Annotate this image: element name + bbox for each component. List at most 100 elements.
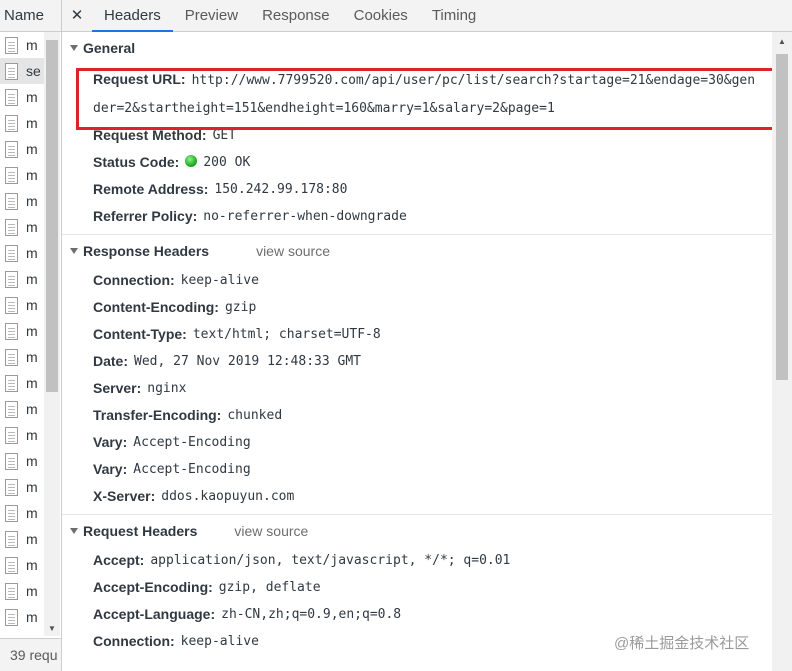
- file-icon: [5, 426, 18, 444]
- file-icon: [5, 582, 18, 600]
- request-row[interactable]: m: [0, 214, 44, 240]
- request-method-label: Request Method:: [93, 127, 207, 143]
- file-icon: [5, 140, 18, 158]
- tab-preview[interactable]: Preview: [173, 0, 250, 31]
- file-icon: [5, 114, 18, 132]
- request-row[interactable]: m: [0, 396, 44, 422]
- header-key: Connection:: [93, 272, 175, 288]
- request-row[interactable]: m: [0, 240, 44, 266]
- status-code-label: Status Code:: [93, 154, 180, 170]
- request-row[interactable]: se: [0, 58, 44, 84]
- tab-timing[interactable]: Timing: [420, 0, 488, 31]
- response-headers-section-header[interactable]: Response Headers view source: [62, 235, 772, 267]
- file-icon: [5, 400, 18, 418]
- request-url-label: Request URL:: [93, 71, 186, 87]
- file-icon: [5, 62, 18, 80]
- header-key: Vary:: [93, 461, 128, 477]
- request-name: m: [26, 245, 38, 261]
- request-row[interactable]: m: [0, 474, 44, 500]
- request-name: m: [26, 37, 38, 53]
- request-name: m: [26, 219, 38, 235]
- header-row: Accept-Encoding: gzip, deflate: [62, 574, 772, 601]
- request-row[interactable]: m: [0, 604, 44, 630]
- header-key: X-Server:: [93, 488, 156, 504]
- header-key: Server:: [93, 380, 142, 396]
- tab-response[interactable]: Response: [250, 0, 342, 31]
- scroll-down-arrow-icon[interactable]: ▼: [44, 622, 60, 636]
- file-icon: [5, 348, 18, 366]
- response-view-source-link[interactable]: view source: [256, 243, 330, 259]
- header-row: Vary: Accept-Encoding: [62, 429, 772, 456]
- headers-content: General Request URL: http://www.7799520.c…: [62, 32, 772, 671]
- file-icon: [5, 218, 18, 236]
- request-row[interactable]: m: [0, 84, 44, 110]
- status-code-row: Status Code: 200 OK: [62, 149, 772, 176]
- request-url-row: Request URL: http://www.7799520.com/api/u…: [62, 66, 772, 122]
- tab-headers[interactable]: Headers: [92, 0, 173, 32]
- request-list-scrollbar[interactable]: ▼: [44, 32, 60, 636]
- tab-list: Headers Preview Response Cookies Timing: [92, 0, 488, 32]
- file-icon: [5, 192, 18, 210]
- request-headers-section-header[interactable]: Request Headers view source: [62, 515, 772, 547]
- request-row[interactable]: m: [0, 526, 44, 552]
- request-row[interactable]: m: [0, 266, 44, 292]
- request-row[interactable]: m: [0, 292, 44, 318]
- request-name: m: [26, 609, 38, 625]
- request-row[interactable]: m: [0, 162, 44, 188]
- request-row[interactable]: m: [0, 448, 44, 474]
- request-view-source-link[interactable]: view source: [234, 523, 308, 539]
- request-name: se: [26, 63, 41, 79]
- response-headers-list: Connection: keep-alive Content-Encoding: gz…: [62, 267, 772, 510]
- request-url-value: http://www.7799520.com/api/user/pc/list/…: [93, 73, 756, 116]
- file-icon: [5, 322, 18, 340]
- header-value: gzip: [224, 300, 257, 315]
- request-name: m: [26, 141, 38, 157]
- header-key: Transfer-Encoding:: [93, 407, 222, 423]
- request-row[interactable]: m: [0, 344, 44, 370]
- header-row: Content-Type: text/html; charset=UTF-8: [62, 321, 772, 348]
- header-value: Accept-Encoding: [133, 435, 251, 450]
- general-section-header[interactable]: General: [62, 32, 772, 64]
- status-code-value: 200 OK: [203, 155, 251, 170]
- expand-triangle-icon: [70, 528, 78, 534]
- tab-cookies[interactable]: Cookies: [342, 0, 420, 31]
- request-row[interactable]: m: [0, 136, 44, 162]
- header-row: Content-Encoding: gzip: [62, 294, 772, 321]
- request-row[interactable]: m: [0, 552, 44, 578]
- expand-triangle-icon: [70, 248, 78, 254]
- request-name: m: [26, 583, 38, 599]
- request-row[interactable]: m: [0, 578, 44, 604]
- header-key: Connection:: [93, 633, 175, 649]
- headers-scroll-thumb[interactable]: [776, 54, 788, 380]
- header-value: text/html; charset=UTF-8: [192, 327, 381, 342]
- request-name: m: [26, 453, 38, 469]
- request-row[interactable]: m: [0, 32, 44, 58]
- request-row[interactable]: m: [0, 188, 44, 214]
- header-value: keep-alive: [180, 634, 259, 649]
- request-row[interactable]: m: [0, 110, 44, 136]
- request-row[interactable]: m: [0, 318, 44, 344]
- header-value: application/json, text/javascript, */*; …: [150, 553, 511, 568]
- request-list: m se m m m m m m m m m m m m m m m m m m m m m: [0, 32, 44, 630]
- request-name: m: [26, 531, 38, 547]
- file-icon: [5, 166, 18, 184]
- request-row[interactable]: m: [0, 422, 44, 448]
- header-value: ddos.kaopuyun.com: [161, 489, 295, 504]
- scroll-up-arrow-icon[interactable]: ▲: [772, 36, 792, 48]
- name-column-header[interactable]: Name: [0, 0, 61, 32]
- header-value: nginx: [147, 381, 187, 396]
- status-ok-icon: [185, 155, 198, 167]
- close-icon[interactable]: ✕: [62, 0, 92, 31]
- request-name: m: [26, 297, 38, 313]
- referrer-policy-label: Referrer Policy:: [93, 208, 198, 224]
- request-row[interactable]: m: [0, 500, 44, 526]
- request-count-status: 39 requ: [0, 638, 61, 671]
- request-name: m: [26, 271, 38, 287]
- file-icon: [5, 504, 18, 522]
- request-name: m: [26, 89, 38, 105]
- request-row[interactable]: m: [0, 370, 44, 396]
- request-list-scroll-thumb[interactable]: [46, 40, 58, 392]
- header-row: Server: nginx: [62, 375, 772, 402]
- header-key: Content-Encoding:: [93, 299, 219, 315]
- headers-scrollbar[interactable]: ▲: [772, 32, 792, 671]
